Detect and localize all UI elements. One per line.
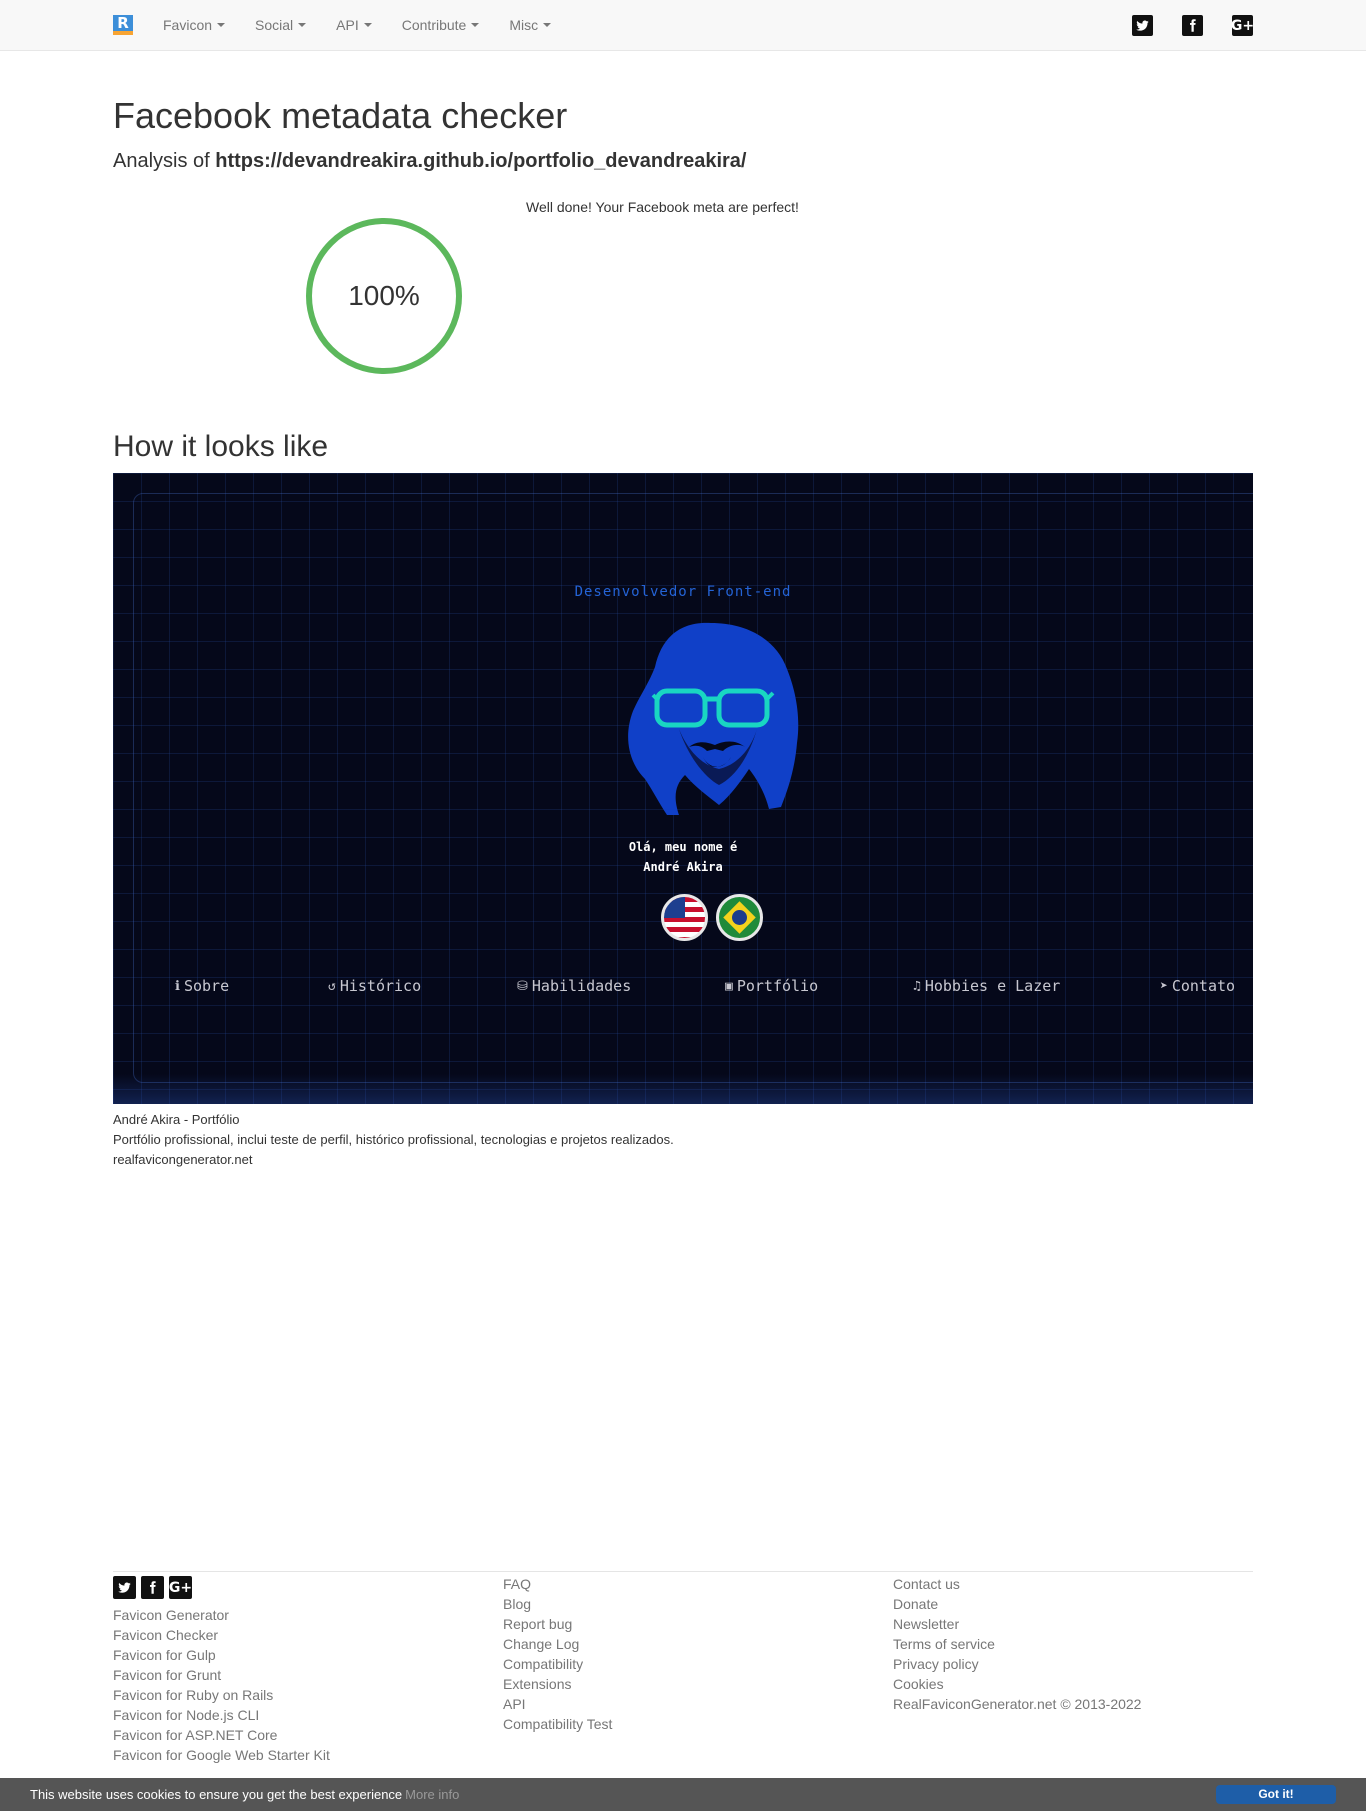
- preview-bottom-glow: [113, 1074, 1253, 1104]
- facebook-preview-image[interactable]: Desenvolvedor Front-end Olá, meu nome é …: [113, 473, 1253, 1104]
- preview-nav: ℹ Sobre ↺ Histórico ⛁ Habilidades ▣ Portfóli…: [113, 977, 1253, 1001]
- footer-link[interactable]: Favicon Generator: [113, 1605, 330, 1625]
- cookie-message: This website uses cookies to ensure you …: [30, 1787, 459, 1802]
- analysis-heading: Analysis of https://devandreakira.github…: [113, 150, 746, 173]
- social-links-top: G+: [1132, 15, 1254, 36]
- footer-link[interactable]: Favicon for Ruby on Rails: [113, 1685, 330, 1705]
- facebook-icon[interactable]: [141, 1576, 164, 1599]
- preview-nav-portfolio: ▣ Portfólio: [725, 977, 818, 995]
- caret-down-icon: [363, 23, 372, 27]
- nav-menu-contribute[interactable]: Contribute: [387, 0, 495, 50]
- footer-copyright: RealFaviconGenerator.net © 2013-2022: [893, 1696, 1142, 1712]
- preview-nav-label: Histórico: [339, 977, 422, 995]
- nav-menu-misc[interactable]: Misc: [494, 0, 566, 50]
- preview-greeting: Olá, meu nome é André Akira: [113, 837, 1253, 877]
- greeting-line: Olá, meu nome é: [628, 840, 738, 854]
- footer-link[interactable]: Cookies: [893, 1674, 1141, 1694]
- footer-link[interactable]: Favicon for ASP.NET Core: [113, 1725, 330, 1745]
- score-gauge: 100%: [305, 217, 463, 375]
- nav-menu-api[interactable]: API: [321, 0, 387, 50]
- footer-link[interactable]: API: [503, 1694, 612, 1714]
- footer-link[interactable]: Favicon for Grunt: [113, 1665, 330, 1685]
- footer-col-resources: FAQ Blog Report bug Change Log Compatibi…: [503, 1574, 612, 1734]
- footer-link[interactable]: Donate: [893, 1594, 1141, 1614]
- cookie-text: This website uses cookies to ensure you …: [30, 1787, 403, 1802]
- nav-menu-social[interactable]: Social: [240, 0, 321, 50]
- caption-description: Portfólio profissional, inclui teste de …: [113, 1132, 674, 1147]
- portfolio-icon: ▣: [725, 978, 733, 994]
- main-nav: Favicon Social API Contribute Misc: [148, 0, 566, 50]
- preview-caption: André Akira - Portfólio Portfólio profis…: [113, 1110, 674, 1170]
- footer-col-favicon: G+ Favicon Generator Favicon Checker Fav…: [113, 1574, 330, 1765]
- preview-nav-label: Contato: [1171, 977, 1236, 995]
- cookie-banner: This website uses cookies to ensure you …: [0, 1778, 1366, 1811]
- footer-col-about: Contact us Donate Newsletter Terms of se…: [893, 1574, 1141, 1714]
- top-navbar: R Favicon Social API Contribute Misc G+: [0, 0, 1366, 51]
- nav-menu-label: Misc: [509, 17, 539, 33]
- preview-nav-label: Sobre: [183, 977, 230, 995]
- twitter-icon[interactable]: [1132, 15, 1153, 36]
- skills-icon: ⛁: [517, 978, 528, 994]
- language-flags: [661, 894, 763, 941]
- info-icon: ℹ: [175, 978, 180, 994]
- preview-nav-sobre: ℹ Sobre: [175, 977, 229, 995]
- greeting-name: André Akira: [643, 860, 723, 874]
- section-title: How it looks like: [113, 430, 329, 463]
- score-value: 100%: [348, 280, 420, 311]
- nav-menu-label: Favicon: [163, 17, 213, 33]
- page-title: Facebook metadata checker: [113, 95, 568, 136]
- footer-link[interactable]: Contact us: [893, 1574, 1141, 1594]
- avatar-illustration-icon: [628, 622, 799, 815]
- preview-nav-label: Hobbies e Lazer: [924, 977, 1061, 995]
- footer-link[interactable]: Compatibility Test: [503, 1714, 612, 1734]
- preview-nav-hobbies: ♫ Hobbies e Lazer: [913, 977, 1060, 995]
- facebook-icon[interactable]: [1182, 15, 1203, 36]
- preview-nav-habilidades: ⛁ Habilidades: [517, 977, 631, 995]
- nav-menu-label: Social: [255, 17, 294, 33]
- nav-menu-favicon[interactable]: Favicon: [148, 0, 240, 50]
- caret-down-icon: [471, 23, 480, 27]
- caret-down-icon: [217, 23, 226, 27]
- preview-nav-historico: ↺ Histórico: [328, 977, 421, 995]
- caret-down-icon: [543, 23, 552, 27]
- footer-link[interactable]: Privacy policy: [893, 1654, 1141, 1674]
- google-plus-icon[interactable]: G+: [169, 1576, 192, 1599]
- analysis-url: https://devandreakira.github.io/portfoli…: [215, 150, 747, 172]
- google-plus-icon[interactable]: G+: [1231, 15, 1254, 36]
- nav-menu-label: Contribute: [401, 17, 467, 33]
- footer-link[interactable]: Change Log: [503, 1634, 612, 1654]
- preview-subtitle: Desenvolvedor Front-end: [574, 584, 792, 600]
- footer-link[interactable]: Blog: [503, 1594, 612, 1614]
- footer-divider: [113, 1571, 1253, 1572]
- footer-link[interactable]: Favicon for Gulp: [113, 1645, 330, 1665]
- analysis-prefix: Analysis of: [113, 150, 216, 172]
- cookie-more-info-link[interactable]: More info: [405, 1787, 459, 1802]
- cookie-accept-button[interactable]: Got it!: [1216, 1785, 1336, 1804]
- footer-link[interactable]: FAQ: [503, 1574, 612, 1594]
- footer-link[interactable]: Favicon for Google Web Starter Kit: [113, 1745, 330, 1765]
- footer-link[interactable]: Terms of service: [893, 1634, 1141, 1654]
- caret-down-icon: [298, 23, 307, 27]
- brand-logo[interactable]: R: [113, 15, 133, 35]
- twitter-icon[interactable]: [113, 1576, 136, 1599]
- footer-link[interactable]: Newsletter: [893, 1614, 1141, 1634]
- send-icon: ➤: [1160, 978, 1168, 994]
- footer-link[interactable]: Extensions: [503, 1674, 612, 1694]
- history-icon: ↺: [328, 978, 336, 994]
- brazil-flag-icon: [716, 894, 763, 941]
- preview-nav-label: Habilidades: [531, 977, 632, 995]
- nav-menu-label: API: [336, 17, 359, 33]
- caption-title: André Akira - Portfólio: [113, 1112, 240, 1127]
- footer-link[interactable]: Compatibility: [503, 1654, 612, 1674]
- caption-domain: realfavicongenerator.net: [113, 1152, 253, 1167]
- preview-nav-contato: ➤ Contato: [1160, 977, 1235, 995]
- us-flag-icon: [661, 894, 708, 941]
- footer-link[interactable]: Report bug: [503, 1614, 612, 1634]
- footer-social: G+: [113, 1576, 330, 1599]
- footer-link[interactable]: Favicon for Node.js CLI: [113, 1705, 330, 1725]
- music-icon: ♫: [913, 978, 921, 994]
- preview-nav-label: Portfólio: [736, 977, 819, 995]
- result-message: Well done! Your Facebook meta are perfec…: [526, 199, 799, 215]
- footer-link[interactable]: Favicon Checker: [113, 1625, 330, 1645]
